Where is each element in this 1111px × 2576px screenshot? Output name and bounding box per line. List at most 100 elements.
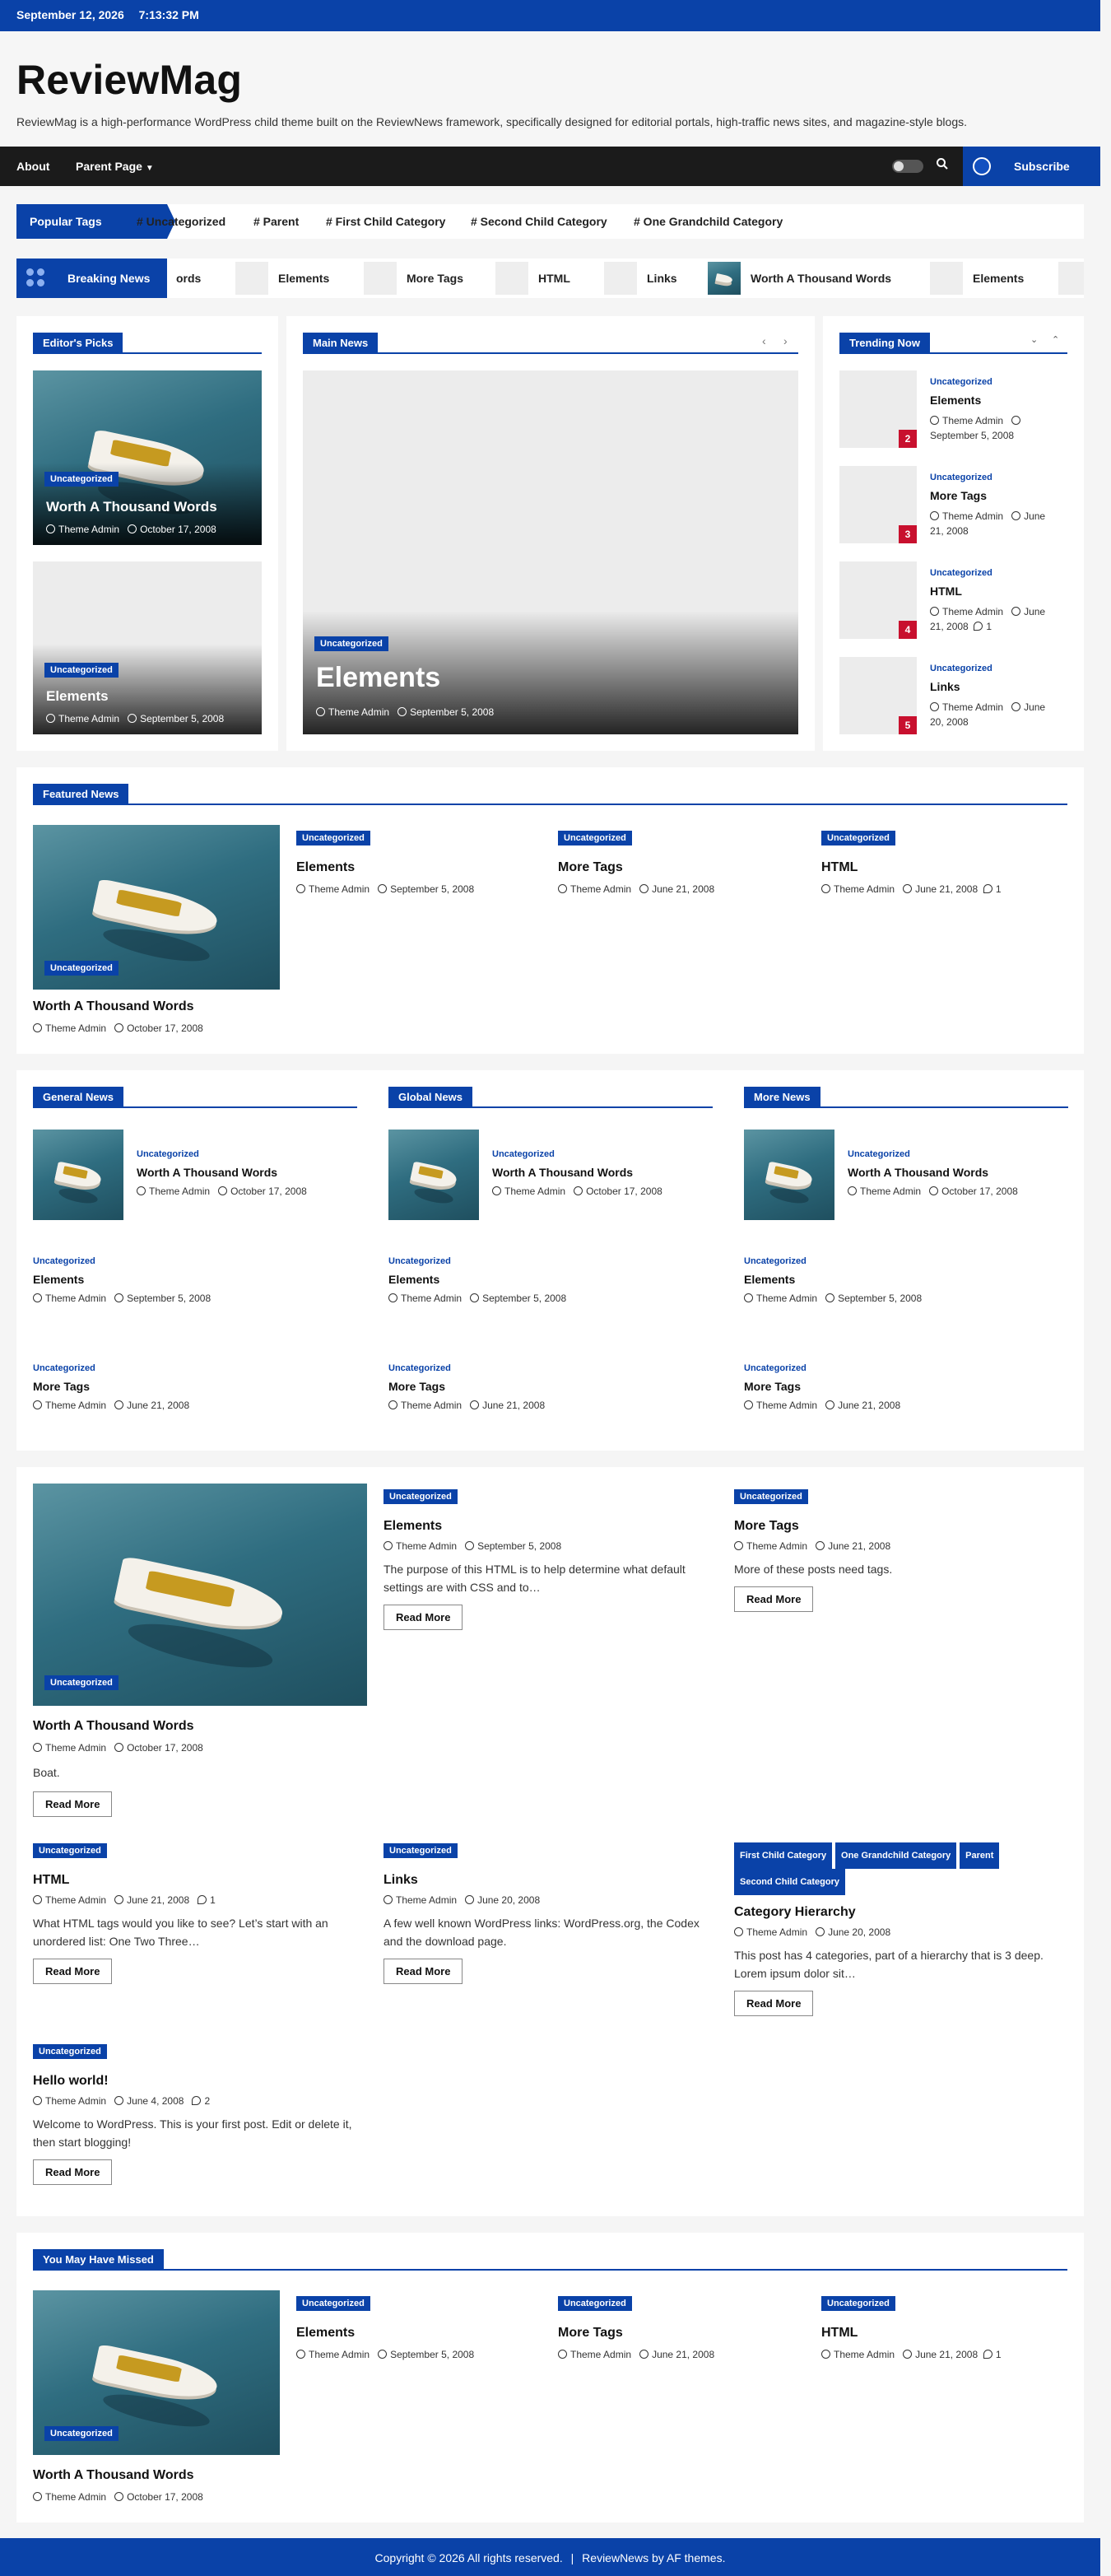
post-title[interactable]: Worth A Thousand Words [33,999,194,1014]
post-title[interactable]: More Tags [388,1380,445,1393]
post-title[interactable]: More Tags [558,2326,714,2341]
category-link[interactable]: Uncategorized [33,1256,95,1266]
category-badge[interactable]: Uncategorized [384,1843,458,1858]
dark-mode-toggle[interactable] [892,160,923,173]
missed-post[interactable]: Uncategorized Elements Theme Admin Septe… [296,2295,474,2360]
category-link[interactable]: Uncategorized [930,568,992,578]
read-more-button[interactable]: Read More [33,2159,113,2185]
post-title[interactable]: Elements [388,1273,439,1286]
post-title[interactable]: Worth A Thousand Words [46,499,217,515]
post-title[interactable]: Elements [46,688,109,705]
tag-link[interactable]: # Uncategorized [137,215,225,228]
post-title[interactable]: HTML [33,1873,370,1888]
post-title[interactable]: More Tags [930,489,987,502]
category-badge[interactable]: Uncategorized [33,2044,107,2059]
category-link[interactable]: Uncategorized [388,1256,451,1266]
post-title[interactable]: Links [384,1873,721,1888]
category-badge[interactable]: Uncategorized [384,1489,458,1504]
missed-post[interactable]: Uncategorized HTML Theme Admin June 21, … [821,2295,1002,2360]
read-more-button[interactable]: Read More [384,1959,463,1984]
post-title[interactable]: Category Hierarchy [734,1905,1063,1920]
nav-about[interactable]: About [16,160,49,173]
read-more-button[interactable]: Read More [33,1791,113,1817]
category-badge[interactable]: Uncategorized [821,831,895,845]
category-badge[interactable]: First Child Category [734,1842,833,1869]
category-badge[interactable]: Uncategorized [296,2296,370,2311]
category-badge[interactable]: Uncategorized [44,472,119,487]
read-more-button[interactable]: Read More [734,1991,814,2016]
featured-post[interactable]: Uncategorized More Tags Theme Admin June… [558,830,714,895]
category-link[interactable]: Uncategorized [492,1149,555,1159]
post-title[interactable]: More Tags [744,1380,801,1393]
missed-post[interactable]: Uncategorized More Tags Theme Admin June… [558,2295,714,2360]
post-title[interactable]: Elements [316,662,440,694]
category-badge[interactable]: Second Child Category [734,1869,846,1895]
post-title[interactable]: Elements [384,1519,721,1534]
trending-item[interactable]: 2 Uncategorized Elements Theme Admin Sep… [839,370,1067,450]
read-more-button[interactable]: Read More [384,1605,463,1630]
site-title[interactable]: ReviewMag [16,56,1084,104]
trending-item[interactable]: 5 Uncategorized Links Theme Admin June 2… [839,657,1067,736]
post-title[interactable]: HTML [821,2326,1002,2341]
category-badge[interactable]: One Grandchild Category [835,1842,957,1869]
post-title[interactable]: Elements [296,860,474,875]
read-more-button[interactable]: Read More [734,1586,814,1612]
category-badge[interactable]: Uncategorized [296,831,370,845]
category-link[interactable]: Uncategorized [930,377,992,387]
post-title[interactable]: More Tags [734,1519,1063,1534]
post-thumbnail[interactable] [744,1130,834,1220]
post-title[interactable]: Worth A Thousand Words [33,2468,194,2483]
category-link[interactable]: Uncategorized [848,1149,910,1159]
nav-parent-page[interactable]: Parent Page ▼ [76,160,154,173]
trending-item[interactable]: 4 Uncategorized HTML Theme Admin June 21… [839,561,1067,641]
read-more-button[interactable]: Read More [33,1959,113,1984]
search-icon[interactable] [936,157,949,175]
category-badge[interactable]: Uncategorized [558,831,632,845]
post-title[interactable]: Links [930,680,960,693]
category-badge[interactable]: Uncategorized [734,1489,808,1504]
post-title[interactable]: Elements [744,1273,795,1286]
post-title[interactable]: Hello world! [33,2074,370,2089]
category-link[interactable]: Uncategorized [930,664,992,673]
post-thumbnail[interactable]: Uncategorized [33,1484,367,1706]
chevron-up-icon[interactable]: ⌃ [1052,334,1059,345]
category-badge[interactable]: Uncategorized [44,2426,119,2441]
post-title[interactable]: More Tags [33,1380,90,1393]
category-link[interactable]: Uncategorized [930,473,992,482]
chevron-right-icon[interactable]: › [783,334,788,347]
category-link[interactable]: Uncategorized [388,1363,451,1373]
post-card[interactable]: Uncategorized Elements Theme Admin Septe… [303,370,798,734]
category-badge[interactable]: Uncategorized [44,961,119,976]
featured-post[interactable]: Uncategorized Elements Theme Admin Septe… [296,830,474,895]
tag-link[interactable]: # Parent [253,215,299,228]
post-card[interactable]: Uncategorized Elements Theme Admin Septe… [33,561,262,734]
post-title[interactable]: Worth A Thousand Words [137,1166,277,1179]
post-title[interactable]: Elements [296,2326,474,2341]
post-card[interactable]: Uncategorized Worth A Thousand Words The… [33,370,262,545]
trending-item[interactable]: 3 Uncategorized More Tags Theme Admin Ju… [839,466,1067,545]
post-title[interactable]: HTML [821,860,1002,875]
category-badge[interactable]: Uncategorized [314,636,388,651]
post-title[interactable]: Worth A Thousand Words [848,1166,988,1179]
post-title[interactable]: HTML [930,585,962,598]
post-title[interactable]: Elements [930,394,981,407]
category-link[interactable]: Uncategorized [744,1363,807,1373]
post-title[interactable]: Elements [33,1273,84,1286]
category-badge[interactable]: Uncategorized [558,2296,632,2311]
tag-link[interactable]: # One Grandchild Category [634,215,783,228]
featured-post[interactable]: Uncategorized HTML Theme Admin June 21, … [821,830,1002,895]
category-badge[interactable]: Uncategorized [44,663,119,678]
post-thumbnail[interactable]: Uncategorized [33,2290,280,2455]
category-badge[interactable]: Parent [960,1842,1000,1869]
category-link[interactable]: Uncategorized [137,1149,199,1159]
post-thumbnail[interactable]: Uncategorized [33,825,280,990]
chevron-left-icon[interactable]: ‹ [762,334,766,347]
post-title[interactable]: Worth A Thousand Words [492,1166,633,1179]
theme-credit-link[interactable]: ReviewNews by AF themes. [582,2551,725,2564]
post-thumbnail[interactable] [33,1130,123,1220]
category-link[interactable]: Uncategorized [33,1363,95,1373]
chevron-down-icon[interactable]: ⌄ [1030,334,1038,345]
tag-link[interactable]: # First Child Category [326,215,445,228]
category-badge[interactable]: Uncategorized [33,1843,107,1858]
category-link[interactable]: Uncategorized [744,1256,807,1266]
